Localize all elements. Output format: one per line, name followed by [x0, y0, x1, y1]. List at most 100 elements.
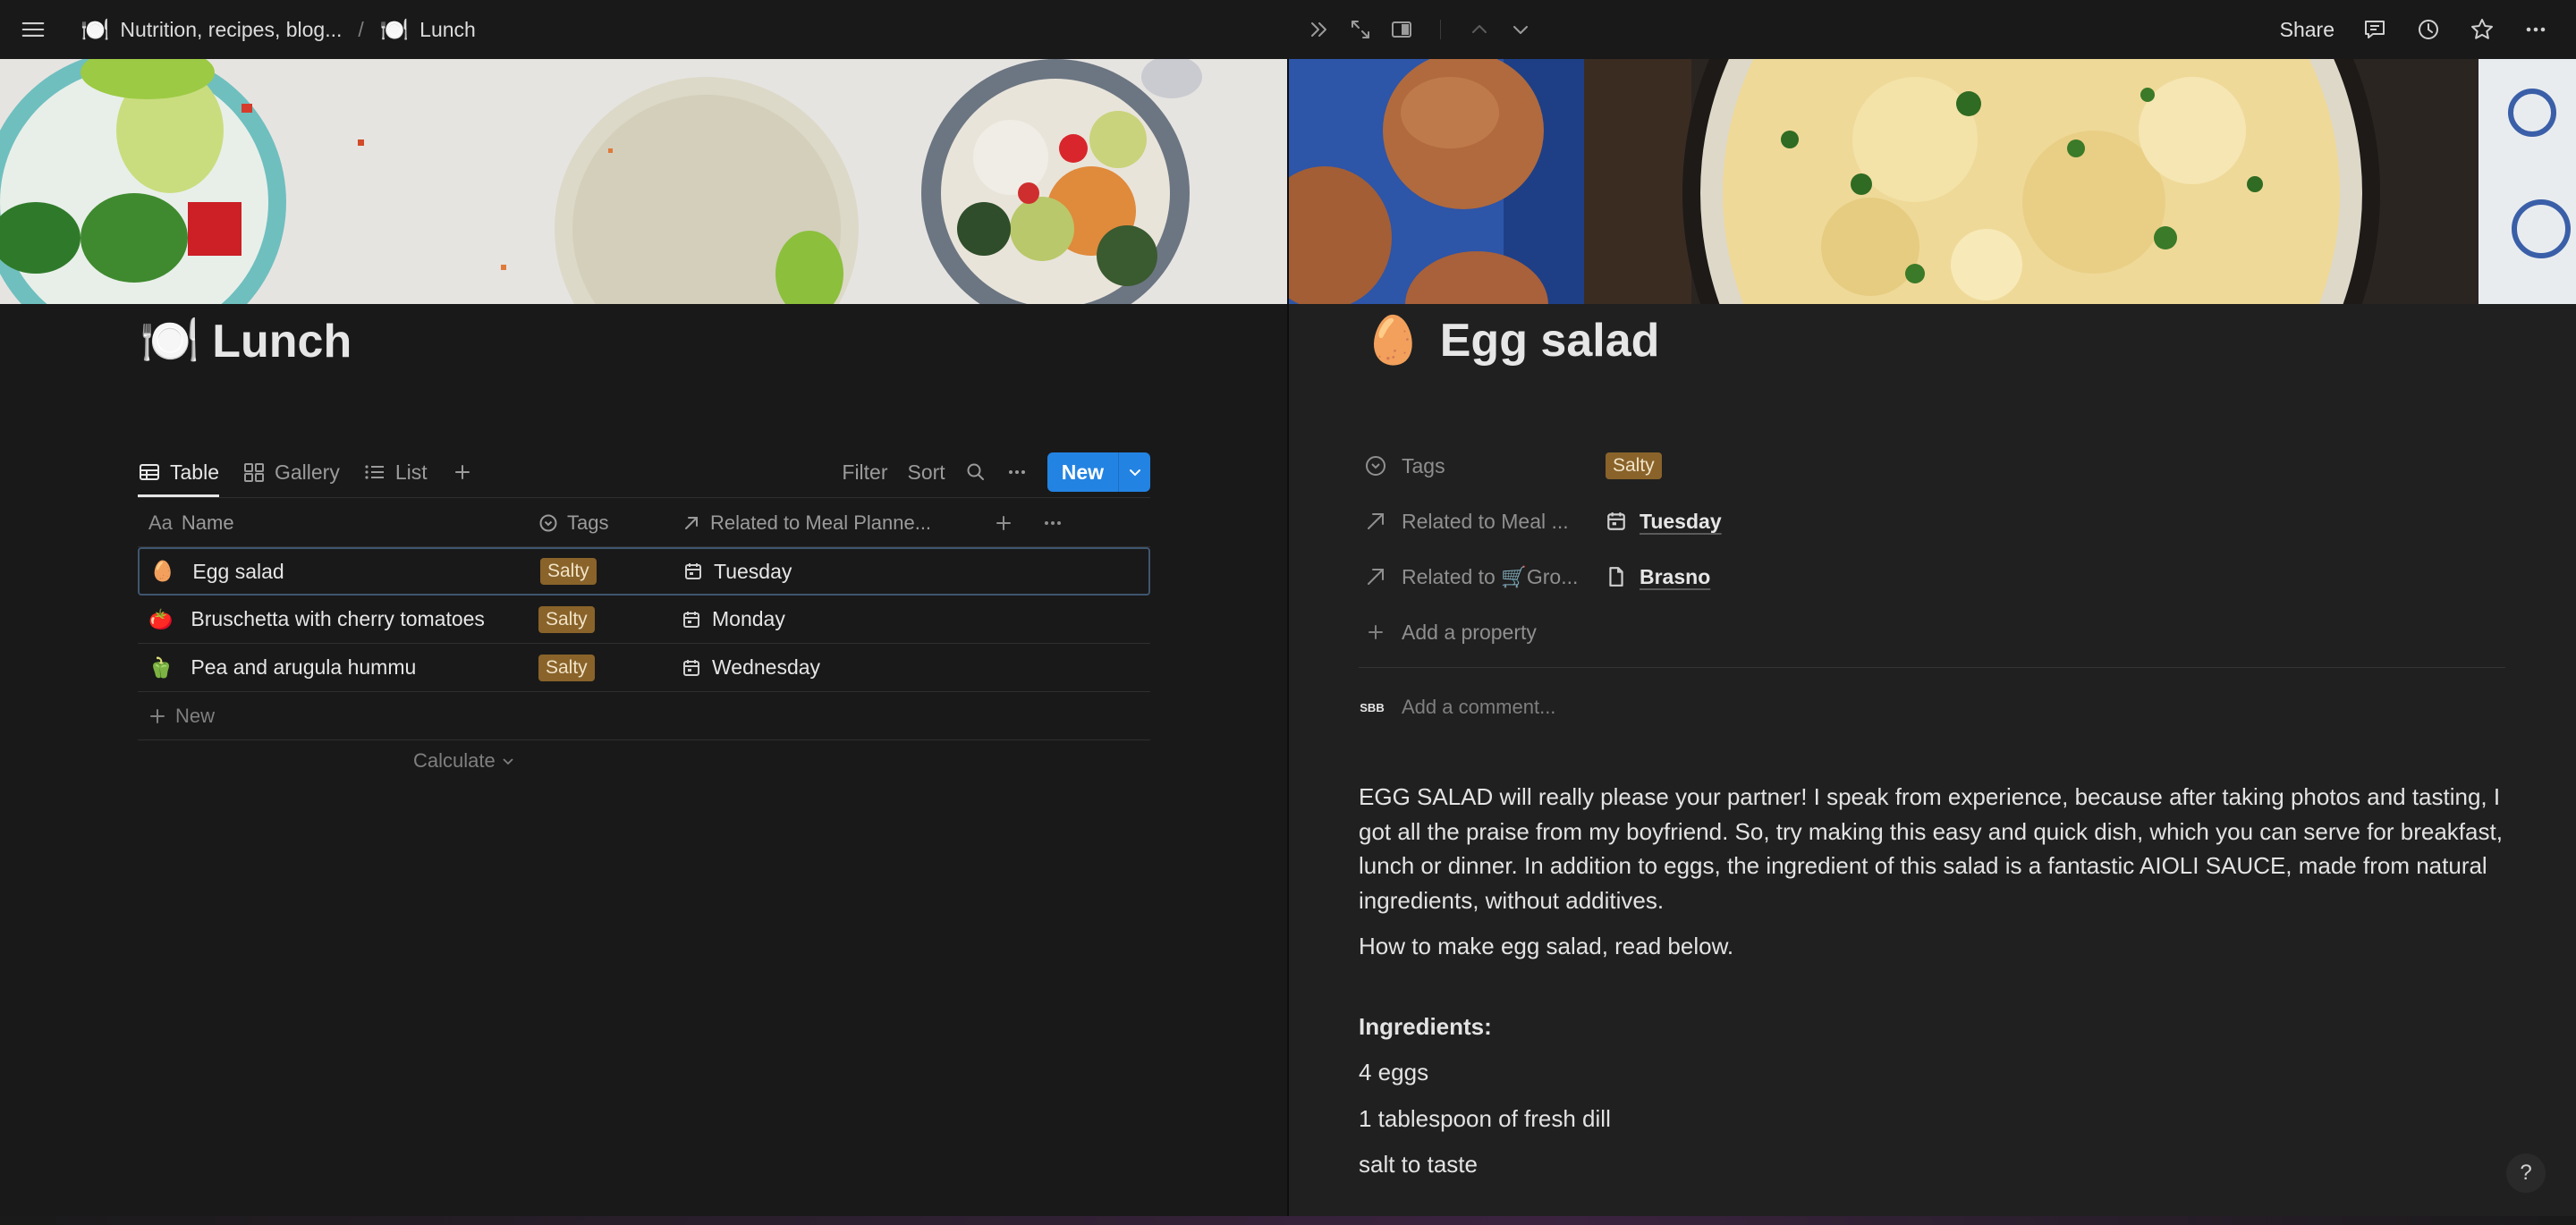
relation-arrow-icon — [1364, 565, 1387, 588]
page-body: EGG SALAD will really please your partne… — [1359, 780, 2512, 1194]
calendar-icon — [683, 562, 703, 581]
egg-icon: 🥚 — [1364, 315, 1422, 367]
property-related-meal-planner[interactable]: Related to Meal ... Tuesday — [1364, 494, 2437, 549]
plate-icon: 🍽️ — [379, 15, 410, 43]
tab-table[interactable]: Table — [138, 447, 219, 497]
pepper-icon: 🫑 — [148, 655, 174, 679]
chevron-down-icon[interactable] — [1509, 18, 1532, 41]
page-peek-pane: 🥚 Egg salad Tags Salty Related to Meal .… — [1289, 59, 2576, 1225]
expand-icon[interactable] — [1349, 18, 1372, 41]
history-icon[interactable] — [2415, 16, 2442, 43]
add-property-button[interactable]: Add a property — [1364, 604, 2437, 660]
column-header-tags[interactable]: Tags — [538, 511, 682, 535]
select-property-icon — [1364, 454, 1387, 477]
chevron-up-icon[interactable] — [1468, 18, 1491, 41]
more-options-icon[interactable] — [1006, 461, 1028, 483]
column-more-icon[interactable] — [1030, 513, 1075, 533]
chevron-down-icon — [501, 754, 515, 768]
view-bar: Table Gallery List Filter Sort New — [138, 447, 1150, 497]
paragraph[interactable]: EGG SALAD will really please your partne… — [1359, 780, 2512, 917]
new-dropdown-chevron-icon[interactable] — [1118, 452, 1150, 492]
row-name[interactable]: Bruschetta with cherry tomatoes — [191, 607, 485, 631]
tab-list[interactable]: List — [363, 447, 428, 497]
ingredient-line[interactable]: 4 eggs — [1359, 1055, 2512, 1090]
relation-link[interactable]: Tuesday — [1640, 510, 1722, 534]
ingredients-heading[interactable]: Ingredients: — [1359, 1010, 2512, 1044]
ingredient-line[interactable]: 1 tablespoon of fresh dill — [1359, 1102, 2512, 1136]
tab-label: List — [394, 460, 428, 484]
help-button[interactable]: ? — [2506, 1153, 2546, 1193]
paragraph[interactable]: How to make egg salad, read below. — [1359, 929, 2512, 964]
breadcrumb-parent-label: Nutrition, recipes, blog... — [120, 17, 343, 41]
plus-icon — [451, 460, 474, 484]
tab-gallery[interactable]: Gallery — [242, 447, 340, 497]
cover-image-salad-bowls — [0, 59, 1288, 304]
side-peek-icon[interactable] — [1390, 18, 1413, 41]
calendar-icon — [1606, 511, 1627, 532]
breadcrumb-current-label: Lunch — [419, 17, 476, 41]
relation-value[interactable]: Wednesday — [712, 655, 820, 680]
calculate-button[interactable]: Calculate — [413, 749, 515, 773]
comment-input[interactable]: Add a comment... — [1402, 696, 1555, 719]
property-name: Tags — [1402, 453, 1445, 477]
tag-badge[interactable]: Salty — [540, 558, 597, 585]
calendar-icon — [682, 658, 701, 678]
relation-value[interactable]: Monday — [712, 607, 785, 631]
properties-divider — [1359, 667, 2505, 668]
column-header-name[interactable]: Aa Name — [138, 511, 538, 535]
plate-icon: 🍽️ — [140, 314, 200, 368]
tag-badge[interactable]: Salty — [538, 605, 595, 633]
table-row[interactable]: 🥚 Egg salad Salty Tuesday — [138, 547, 1150, 596]
comment-box[interactable]: SBB Add a comment... — [1359, 694, 1555, 721]
row-name[interactable]: Egg salad — [192, 560, 284, 584]
add-row-button[interactable]: New — [138, 692, 1150, 740]
new-button-group: New — [1046, 452, 1150, 492]
tab-label: Table — [170, 460, 219, 484]
add-column-plus-icon[interactable] — [977, 513, 1030, 533]
plus-icon — [1364, 621, 1387, 644]
page-title: 🍽️ Lunch — [140, 313, 352, 369]
property-tags[interactable]: Tags Salty — [1364, 438, 2437, 494]
add-view-button[interactable] — [451, 447, 474, 497]
view-bar-divider — [138, 497, 1150, 498]
gallery-icon — [242, 460, 266, 484]
list-icon — [363, 460, 386, 484]
share-button[interactable]: Share — [2280, 18, 2334, 42]
property-related-groceries[interactable]: Related to 🛒Gro... Brasno — [1364, 549, 2437, 604]
avatar: SBB — [1359, 694, 1385, 721]
search-icon[interactable] — [965, 461, 987, 483]
tag-badge[interactable]: Salty — [1606, 452, 1662, 479]
filter-button[interactable]: Filter — [842, 460, 887, 485]
more-icon[interactable] — [2522, 16, 2549, 43]
sort-button[interactable]: Sort — [908, 460, 945, 485]
relation-value[interactable]: Tuesday — [714, 560, 792, 584]
column-header-related[interactable]: Related to Meal Planne... — [682, 511, 977, 535]
relation-link[interactable]: Brasno — [1640, 565, 1710, 589]
table-icon — [138, 460, 161, 484]
cover-image-egg-salad — [1289, 59, 2576, 304]
row-name[interactable]: Pea and arugula hummu — [191, 655, 416, 680]
comments-icon[interactable] — [2361, 16, 2388, 43]
breadcrumb-parent[interactable]: 🍽️ Nutrition, recipes, blog... — [80, 16, 342, 44]
property-name: Related to 🛒Gro... — [1402, 564, 1579, 588]
star-icon[interactable] — [2469, 16, 2496, 43]
collapse-panel-icon[interactable] — [1308, 18, 1331, 41]
relation-arrow-icon — [682, 513, 701, 533]
table-row[interactable]: 🫑 Pea and arugula hummu Salty Wednesday — [138, 644, 1150, 692]
column-label: Name — [181, 511, 234, 534]
calendar-icon — [682, 610, 701, 629]
tag-badge[interactable]: Salty — [538, 654, 595, 681]
page-title-text: Lunch — [212, 315, 352, 368]
property-name: Related to Meal ... — [1402, 509, 1569, 533]
window-bottom-edge — [0, 1216, 2576, 1225]
page-title-text[interactable]: Egg salad — [1440, 314, 1660, 368]
relation-arrow-icon — [1364, 510, 1387, 533]
menu-icon[interactable] — [21, 18, 45, 41]
select-property-icon — [538, 513, 558, 533]
table-row[interactable]: 🍅 Bruschetta with cherry tomatoes Salty … — [138, 596, 1150, 644]
breadcrumb-current[interactable]: 🍽️ Lunch — [380, 16, 476, 44]
add-property-label: Add a property — [1402, 620, 1537, 644]
tab-label: Gallery — [274, 460, 340, 484]
new-button[interactable]: New — [1046, 452, 1118, 492]
ingredient-line[interactable]: salt to taste — [1359, 1147, 2512, 1182]
